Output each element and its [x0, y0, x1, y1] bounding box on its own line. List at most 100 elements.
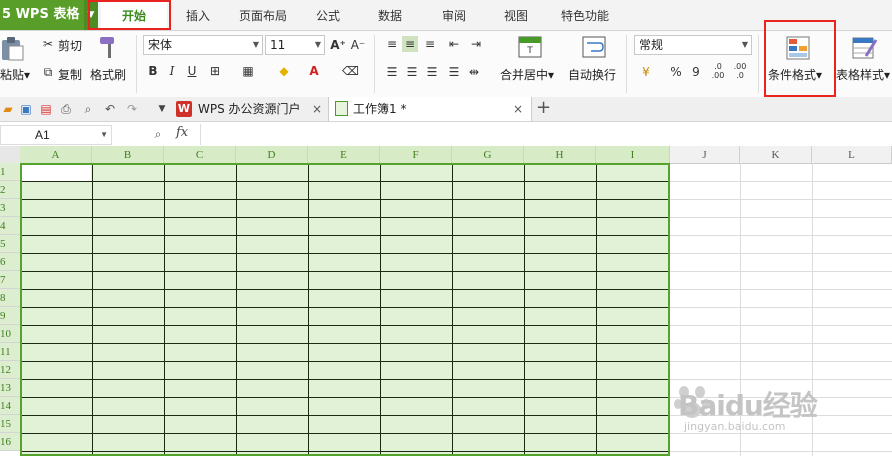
- column-header-i[interactable]: I: [596, 146, 670, 163]
- column-header-f[interactable]: F: [380, 146, 452, 163]
- border-icon[interactable]: ⊞: [207, 63, 223, 79]
- paste-button[interactable]: 粘贴▾: [0, 66, 30, 83]
- baidu-watermark: Baidu经验 jingyan.baidu.com: [670, 372, 890, 442]
- close-icon[interactable]: ×: [513, 97, 523, 121]
- column-header-j[interactable]: J: [670, 146, 740, 163]
- row-header[interactable]: 9: [0, 307, 20, 325]
- increase-indent-icon[interactable]: ⇥: [468, 36, 484, 52]
- column-header-e[interactable]: E: [308, 146, 380, 163]
- formula-input[interactable]: [200, 124, 892, 145]
- decrease-font-icon[interactable]: A⁻: [350, 37, 366, 53]
- tab-page-layout[interactable]: 页面布局: [230, 0, 296, 30]
- export-pdf-icon[interactable]: ▤: [38, 101, 54, 117]
- font-color-icon[interactable]: A: [306, 63, 322, 79]
- close-icon[interactable]: ×: [312, 97, 322, 121]
- fill-color-icon[interactable]: ◆: [276, 63, 292, 79]
- currency-icon[interactable]: ¥: [638, 64, 654, 80]
- merge-center-icon[interactable]: T: [518, 36, 542, 58]
- doc-tab-wps-portal[interactable]: W WPS 办公资源门户 ×: [172, 97, 324, 121]
- wrap-text-icon[interactable]: [582, 36, 606, 58]
- tab-features[interactable]: 特色功能: [552, 0, 618, 30]
- paste-icon[interactable]: [0, 36, 26, 62]
- clear-format-icon[interactable]: ⌫: [342, 63, 359, 79]
- justify-icon[interactable]: ☰: [446, 64, 462, 80]
- row-header[interactable]: 2: [0, 181, 20, 199]
- row-header[interactable]: 10: [0, 325, 20, 343]
- row-header[interactable]: 14: [0, 397, 20, 415]
- table-style-button[interactable]: 表格样式▾: [836, 66, 890, 83]
- increase-font-icon[interactable]: A⁺: [330, 37, 346, 53]
- column-header-l[interactable]: L: [812, 146, 892, 163]
- format-painter-button[interactable]: 格式刷: [90, 66, 126, 83]
- row-header[interactable]: 12: [0, 361, 20, 379]
- underline-button[interactable]: U: [184, 63, 200, 79]
- new-tab-icon[interactable]: +: [536, 97, 552, 121]
- column-header-c[interactable]: C: [164, 146, 236, 163]
- column-header-g[interactable]: G: [452, 146, 524, 163]
- tab-formula[interactable]: 公式: [306, 0, 350, 30]
- save-icon[interactable]: ▣: [18, 101, 34, 117]
- tab-review[interactable]: 审阅: [432, 0, 476, 30]
- tab-view[interactable]: 视图: [494, 0, 538, 30]
- insert-function-button[interactable]: fx: [176, 125, 188, 140]
- table-style-icon[interactable]: [852, 36, 878, 60]
- print-icon[interactable]: ⎙: [58, 101, 74, 117]
- watermark-url: jingyan.baidu.com: [684, 420, 786, 433]
- copy-button[interactable]: 复制: [58, 66, 82, 83]
- decrease-indent-icon[interactable]: ⇤: [446, 36, 462, 52]
- font-name-select[interactable]: 宋体 ▼: [143, 35, 263, 55]
- doc-tab-workbook[interactable]: 工作簿1 * ×: [328, 97, 532, 121]
- bold-button[interactable]: B: [145, 63, 161, 79]
- select-all-button[interactable]: [0, 146, 20, 163]
- align-center-icon[interactable]: ☰: [404, 64, 420, 80]
- row-header[interactable]: 4: [0, 217, 20, 235]
- distribute-icon[interactable]: ⇹: [466, 64, 482, 80]
- percent-button[interactable]: %: [668, 64, 684, 80]
- print-preview-icon[interactable]: ⌕: [80, 101, 96, 117]
- align-bottom-icon[interactable]: ≡: [422, 36, 438, 52]
- row-header[interactable]: 3: [0, 199, 20, 217]
- row-header[interactable]: 16: [0, 433, 20, 451]
- row-header[interactable]: 5: [0, 235, 20, 253]
- column-header-h[interactable]: H: [524, 146, 596, 163]
- column-header-a[interactable]: A: [20, 146, 92, 163]
- row-header[interactable]: 15: [0, 415, 20, 433]
- column-header-k[interactable]: K: [740, 146, 812, 163]
- merge-center-button[interactable]: 合并居中▾: [500, 66, 554, 83]
- row-header[interactable]: 7: [0, 271, 20, 289]
- customize-toolbar-icon[interactable]: ▼: [154, 101, 170, 117]
- row-header[interactable]: 8: [0, 289, 20, 307]
- font-size-select[interactable]: 11 ▼: [265, 35, 325, 55]
- row-header[interactable]: 6: [0, 253, 20, 271]
- row-header[interactable]: 11: [0, 343, 20, 361]
- redo-icon[interactable]: ↷: [124, 101, 140, 117]
- comma-button[interactable]: 9: [688, 64, 704, 80]
- cut-button[interactable]: 剪切: [58, 37, 82, 54]
- format-painter-icon[interactable]: [96, 34, 122, 60]
- open-folder-icon[interactable]: ▰: [0, 101, 16, 117]
- merge-center-label: 合并居中: [500, 68, 549, 82]
- align-left-icon[interactable]: ☰: [384, 64, 400, 80]
- align-top-icon[interactable]: ≡: [384, 36, 400, 52]
- number-format-select[interactable]: 常规 ▼: [634, 35, 752, 55]
- decrease-decimal-icon[interactable]: .00.0: [732, 62, 748, 80]
- row-header[interactable]: 1: [0, 163, 20, 181]
- highlight-box-conditional-format: [764, 20, 836, 97]
- tab-insert[interactable]: 插入: [176, 0, 220, 30]
- align-middle-icon[interactable]: ≡: [402, 36, 418, 52]
- doc-tab-label: WPS 办公资源门户: [198, 102, 301, 116]
- column-header-d[interactable]: D: [236, 146, 308, 163]
- wps-logo-icon: W: [176, 101, 192, 117]
- undo-icon[interactable]: ↶: [102, 101, 118, 117]
- name-box[interactable]: A1 ▼: [0, 125, 112, 145]
- column-header-b[interactable]: B: [92, 146, 164, 163]
- increase-decimal-icon[interactable]: .0.00: [710, 62, 726, 80]
- app-menu-button[interactable]: 5 WPS 表格: [0, 0, 84, 30]
- row-header[interactable]: 13: [0, 379, 20, 397]
- search-icon[interactable]: ⌕: [150, 126, 166, 142]
- cell-border-icon[interactable]: ▦: [240, 63, 256, 79]
- wrap-text-button[interactable]: 自动换行: [568, 66, 616, 83]
- align-right-icon[interactable]: ☰: [424, 64, 440, 80]
- tab-data[interactable]: 数据: [368, 0, 412, 30]
- italic-button[interactable]: I: [164, 63, 180, 79]
